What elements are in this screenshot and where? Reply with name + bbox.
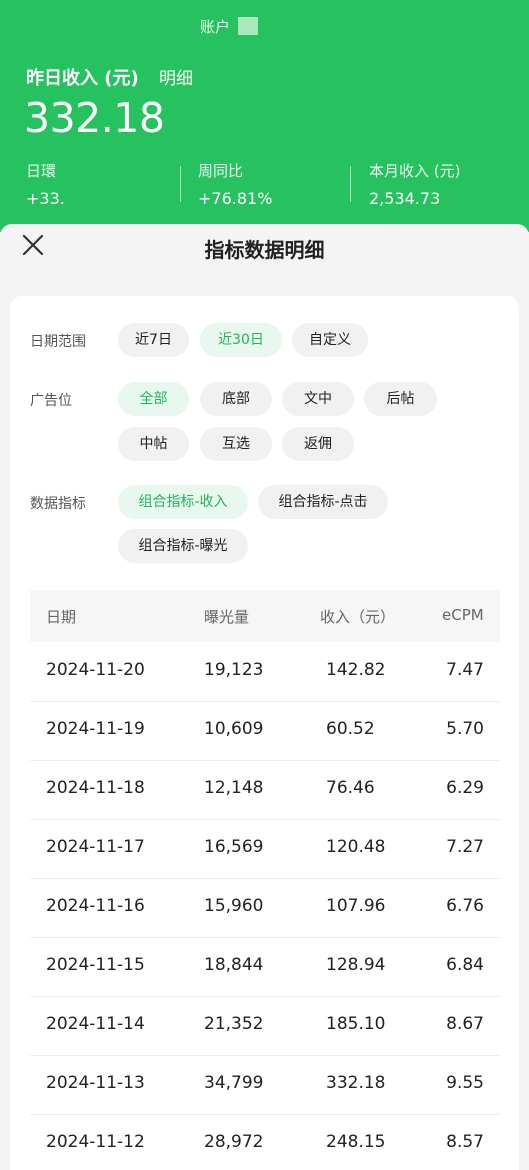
stat-daily: 日環 +33. xyxy=(26,160,65,208)
yesterday-income-title: 昨日收入 (元) 明细 xyxy=(26,64,193,90)
stat-monthly-value: 2,534.73 xyxy=(369,189,441,208)
stat-divider xyxy=(180,166,181,202)
chip-position-after-post[interactable]: 后帖 xyxy=(364,382,437,416)
column-header-ecpm: eCPM xyxy=(442,606,484,624)
cell-ecpm: 8.67 xyxy=(446,1014,484,1034)
cell-ecpm: 7.47 xyxy=(446,660,484,680)
cell-exposure: 21,352 xyxy=(204,1014,264,1034)
stat-weekly-value: +76.81% xyxy=(198,189,273,208)
cell-ecpm: 6.84 xyxy=(446,955,484,975)
cell-ecpm: 5.70 xyxy=(446,719,484,739)
stat-monthly: 本月收入 (元) 2,534.73 xyxy=(369,160,460,208)
cell-exposure: 19,123 xyxy=(204,660,264,680)
metric-label: 数据指标 xyxy=(30,496,86,512)
table-row: 2024-11-14 21,352 185.10 8.67 xyxy=(30,996,500,1056)
cell-income: 76.46 xyxy=(326,778,375,798)
table-row: 2024-11-19 10,609 60.52 5.70 xyxy=(30,701,500,761)
table-row: 2024-11-20 19,123 142.82 7.47 xyxy=(30,642,500,702)
column-header-exposure: 曝光量 xyxy=(204,608,250,626)
cell-date: 2024-11-19 xyxy=(46,719,145,739)
cell-exposure: 28,972 xyxy=(204,1132,264,1152)
stat-divider xyxy=(350,166,351,202)
chip-custom-range[interactable]: 自定义 xyxy=(292,323,368,357)
chip-last-7-days[interactable]: 近7日 xyxy=(118,323,189,357)
cell-date: 2024-11-20 xyxy=(46,660,145,680)
account-label-text: 账户 xyxy=(200,18,231,36)
cell-ecpm: 6.76 xyxy=(446,896,484,916)
stat-weekly-label: 周同比 xyxy=(198,162,244,180)
cell-exposure: 34,799 xyxy=(204,1073,264,1093)
cell-income: 107.96 xyxy=(326,896,386,916)
cell-income: 332.18 xyxy=(326,1073,386,1093)
table-row: 2024-11-18 12,148 76.46 6.29 xyxy=(30,760,500,820)
chip-metric-clicks[interactable]: 组合指标-点击 xyxy=(258,485,388,519)
chip-position-commission[interactable]: 返佣 xyxy=(282,427,354,461)
chip-metric-exposure[interactable]: 组合指标-曝光 xyxy=(118,529,248,563)
column-header-income: 收入（元） xyxy=(320,608,396,626)
chip-metric-income[interactable]: 组合指标-收入 xyxy=(118,485,248,519)
cell-exposure: 18,844 xyxy=(204,955,264,975)
cell-ecpm: 6.29 xyxy=(446,778,484,798)
stat-daily-value: +33. xyxy=(26,189,65,208)
cell-income: 142.82 xyxy=(326,660,386,680)
chip-position-mid-post[interactable]: 中帖 xyxy=(118,427,189,461)
cell-ecpm: 9.55 xyxy=(446,1073,484,1093)
cell-exposure: 10,609 xyxy=(204,719,264,739)
chip-last-30-days[interactable]: 近30日 xyxy=(200,323,282,357)
stat-daily-label: 日環 xyxy=(26,162,57,180)
cell-ecpm: 7.27 xyxy=(446,837,484,857)
cell-income: 60.52 xyxy=(326,719,375,739)
cell-date: 2024-11-12 xyxy=(46,1132,145,1152)
table-row: 2024-11-17 16,569 120.48 7.27 xyxy=(30,819,500,879)
account-label: 账户 xyxy=(200,16,259,37)
table-row: 2024-11-15 18,844 128.94 6.84 xyxy=(30,937,500,997)
stat-weekly: 周同比 +76.81% xyxy=(198,160,272,208)
stat-monthly-label: 本月收入 (元) xyxy=(369,162,461,180)
table-row: 2024-11-12 28,972 248.15 8.57 xyxy=(30,1114,500,1170)
cell-date: 2024-11-17 xyxy=(46,837,145,857)
cell-date: 2024-11-15 xyxy=(46,955,145,975)
cell-exposure: 15,960 xyxy=(204,896,264,916)
chip-position-in-article[interactable]: 文中 xyxy=(282,382,354,416)
table-header xyxy=(30,590,500,642)
chip-position-bottom[interactable]: 底部 xyxy=(200,382,272,416)
chip-position-mutual-select[interactable]: 互选 xyxy=(200,427,272,461)
cell-date: 2024-11-18 xyxy=(46,778,145,798)
cell-exposure: 16,569 xyxy=(204,837,264,857)
detail-link[interactable]: 明细 xyxy=(159,69,193,89)
cell-ecpm: 8.57 xyxy=(446,1132,484,1152)
cell-date: 2024-11-14 xyxy=(46,1014,145,1034)
income-title-text: 昨日收入 (元) xyxy=(26,68,139,89)
table-row: 2024-11-16 15,960 107.96 6.76 xyxy=(30,878,500,938)
cell-income: 128.94 xyxy=(326,955,386,975)
income-header: 账户 昨日收入 (元) 明细 332.18 日環 +33. 周同比 +76.81… xyxy=(0,0,529,232)
cell-exposure: 12,148 xyxy=(204,778,264,798)
ad-position-label: 广告位 xyxy=(30,393,72,409)
table-row: 2024-11-13 34,799 332.18 9.55 xyxy=(30,1055,500,1115)
cell-income: 248.15 xyxy=(326,1132,386,1152)
cell-date: 2024-11-16 xyxy=(46,896,145,916)
cell-income: 120.48 xyxy=(326,837,386,857)
sheet-title: 指标数据明细 xyxy=(204,238,325,262)
cell-income: 185.10 xyxy=(326,1014,386,1034)
cell-date: 2024-11-13 xyxy=(46,1073,145,1093)
yesterday-income-amount: 332.18 xyxy=(24,94,165,142)
date-range-label: 日期范围 xyxy=(30,334,86,350)
column-header-date: 日期 xyxy=(46,608,77,626)
chip-position-all[interactable]: 全部 xyxy=(118,382,189,416)
account-avatar-placeholder xyxy=(238,17,259,35)
